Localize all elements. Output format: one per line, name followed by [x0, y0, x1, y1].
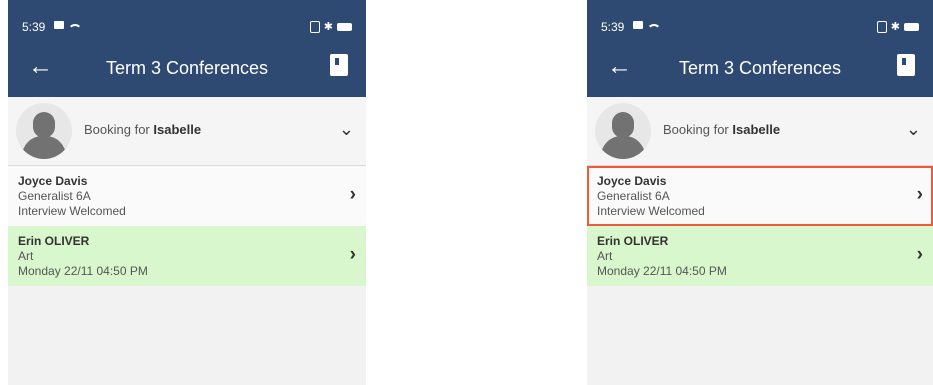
teacher-subject: Generalist 6A: [597, 189, 670, 203]
booking-student-name: Isabelle: [732, 122, 781, 137]
bluetooth-icon: ✱: [323, 20, 333, 33]
chevron-down-icon[interactable]: ⌄: [339, 119, 354, 140]
chevron-right-icon: ›: [916, 244, 923, 265]
teacher-row-joyce-highlighted[interactable]: Joyce Davis Generalist 6A Interview Welc…: [587, 166, 933, 226]
status-right-icons: ✱: [309, 20, 352, 33]
teacher-status: Interview Welcomed: [597, 204, 705, 218]
booking-label: Booking for Isabelle: [84, 122, 201, 137]
booking-selector[interactable]: Booking for Isabelle ⌄: [587, 97, 933, 166]
avatar: [16, 103, 72, 159]
notification-icon: [633, 21, 643, 29]
battery-icon: [337, 23, 352, 31]
status-left-icons: [633, 21, 661, 35]
bluetooth-icon: ✱: [890, 20, 900, 33]
booking-selector[interactable]: Booking for Isabelle ⌄: [8, 97, 366, 166]
teacher-subject: Generalist 6A: [18, 189, 91, 203]
wifi-icon: [68, 24, 82, 38]
teacher-row-erin[interactable]: Erin OLIVER Art Monday 22/11 04:50 PM ›: [8, 226, 366, 286]
teacher-name: Erin OLIVER: [18, 234, 90, 248]
teacher-subject: Art: [18, 249, 34, 263]
status-bar: 5:39 ✱: [601, 20, 919, 36]
avatar: [595, 103, 651, 159]
chevron-down-icon[interactable]: ⌄: [906, 119, 921, 140]
book-icon[interactable]: [897, 54, 915, 76]
page-title: Term 3 Conferences: [105, 58, 269, 78]
booking-label: Booking for Isabelle: [663, 122, 780, 137]
chevron-right-icon: ›: [916, 184, 923, 205]
booking-prefix: Booking for: [663, 122, 729, 137]
wifi-icon: [647, 24, 661, 38]
teacher-status: Interview Welcomed: [18, 204, 126, 218]
phone-screen-left: 5:39 ✱ ← Term 3 Conferences Booking for …: [8, 0, 366, 385]
teacher-subject: Art: [597, 249, 613, 263]
book-icon[interactable]: [330, 54, 348, 76]
status-time: 5:39: [22, 20, 46, 34]
teacher-name: Erin OLIVER: [597, 234, 669, 248]
chevron-right-icon: ›: [349, 184, 356, 205]
teacher-name: Joyce Davis: [597, 174, 667, 188]
app-header: 5:39 ✱ ← Term 3 Conferences: [8, 0, 366, 97]
vibrate-icon: [876, 21, 887, 33]
vibrate-icon: [309, 21, 320, 33]
chevron-right-icon: ›: [349, 244, 356, 265]
notification-icon: [54, 21, 64, 29]
teacher-status: Monday 22/11 04:50 PM: [18, 264, 148, 278]
status-time: 5:39: [601, 20, 625, 34]
phone-screen-right: 5:39 ✱ ← Term 3 Conferences Booking for …: [587, 0, 933, 385]
status-left-icons: [54, 21, 82, 35]
status-bar: 5:39 ✱: [22, 20, 352, 36]
app-header: 5:39 ✱ ← Term 3 Conferences: [587, 0, 933, 97]
booking-student-name: Isabelle: [153, 122, 202, 137]
status-right-icons: ✱: [876, 20, 919, 33]
teacher-row-joyce[interactable]: Joyce Davis Generalist 6A Interview Welc…: [8, 166, 366, 226]
page-title: Term 3 Conferences: [678, 58, 842, 78]
booking-prefix: Booking for: [84, 122, 150, 137]
teacher-name: Joyce Davis: [18, 174, 88, 188]
teacher-status: Monday 22/11 04:50 PM: [597, 264, 727, 278]
battery-icon: [904, 23, 919, 31]
teacher-row-erin[interactable]: Erin OLIVER Art Monday 22/11 04:50 PM ›: [587, 226, 933, 286]
